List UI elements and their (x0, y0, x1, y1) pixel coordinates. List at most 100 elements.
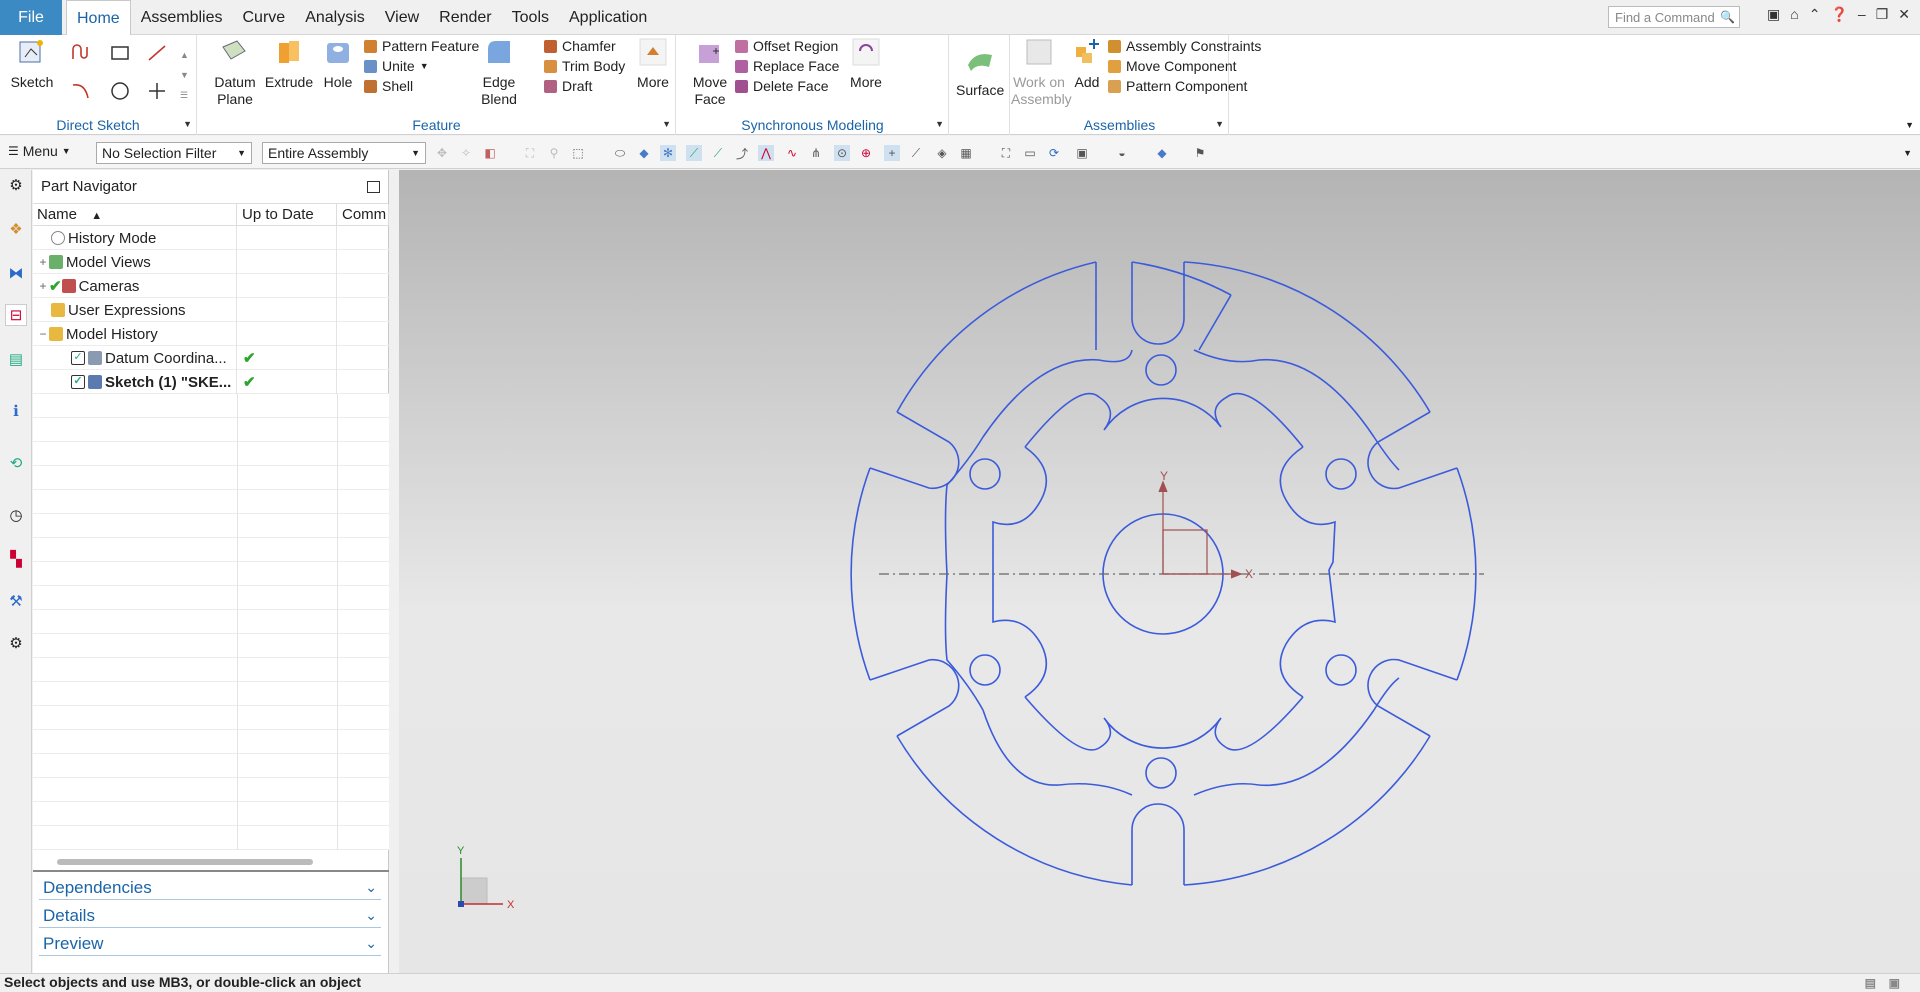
trim-body-button[interactable]: Trim Body (544, 58, 625, 74)
snap-icon[interactable]: ✧ (458, 145, 474, 161)
group-dropdown-icon[interactable]: ▼ (935, 119, 944, 129)
datum-plane-button[interactable]: Datum Plane (210, 37, 258, 108)
tree-row-datum-coordinate[interactable]: ✓ Datum Coordina... ✔ (33, 346, 389, 370)
intersect-icon[interactable]: ⋀ (758, 145, 774, 161)
help-icon[interactable]: ❓ (1830, 6, 1847, 23)
collapse-icon[interactable]: ⌃ (1809, 6, 1821, 23)
grid-icon[interactable]: ▦ (958, 145, 974, 161)
snap-icon[interactable]: ✥ (434, 145, 450, 161)
assembly-constraints-button[interactable]: Assembly Constraints (1068, 38, 1261, 54)
tab-render[interactable]: Render (429, 0, 501, 35)
tree-row-model-history[interactable]: − Model History (33, 322, 389, 346)
details-panel[interactable]: Details ⌄ (39, 904, 381, 928)
maximize-icon[interactable] (367, 181, 380, 193)
point-icon[interactable] (144, 79, 170, 103)
spline-icon[interactable]: ∿ (784, 145, 800, 161)
view-cube-icon[interactable]: ◆ (1154, 145, 1170, 161)
edge-blend-button[interactable]: Edge Blend (478, 37, 520, 108)
point-icon[interactable]: ⋔ (808, 145, 824, 161)
feature-more-button[interactable]: More (634, 37, 672, 91)
zoom-icon[interactable]: ▭ (1022, 145, 1038, 161)
filter-icon[interactable]: ⚲ (546, 145, 562, 161)
view-triad[interactable] (458, 858, 503, 907)
orient-icon[interactable]: ▣ (1074, 145, 1090, 161)
circle-icon[interactable] (107, 79, 133, 103)
curve-icon[interactable]: ⟋ (686, 145, 702, 161)
reuse-library-icon[interactable]: ▤ (5, 348, 27, 370)
unite-button[interactable]: Unite ▼ (364, 58, 429, 74)
line-icon[interactable] (144, 41, 170, 65)
web-browser-icon[interactable]: ℹ (5, 400, 27, 422)
arc-icon[interactable] (68, 79, 94, 103)
tab-tools[interactable]: Tools (502, 0, 559, 35)
tab-view[interactable]: View (375, 0, 429, 35)
tree-row-history-mode[interactable]: History Mode (33, 226, 389, 250)
replace-face-button[interactable]: Replace Face (735, 58, 839, 74)
clock-icon[interactable]: ◷ (5, 504, 27, 526)
restore-icon[interactable]: ❐ (1876, 6, 1889, 23)
draft-button[interactable]: Draft (544, 78, 592, 94)
tree-row-model-views[interactable]: + Model Views (33, 250, 389, 274)
extrude-button[interactable]: Extrude (264, 37, 314, 91)
menu-button[interactable]: ☰ Menu ▼ (8, 143, 71, 159)
tab-analysis[interactable]: Analysis (295, 0, 375, 35)
tree-row-cameras[interactable]: + ✔ Cameras (33, 274, 389, 298)
search-icon[interactable]: 🔍 (1720, 10, 1735, 24)
unite-dropdown-icon[interactable]: ▼ (420, 61, 429, 71)
sketch-button[interactable]: Sketch (6, 37, 58, 91)
chamfer-button[interactable]: Chamfer (544, 38, 616, 54)
horizontal-scrollbar[interactable] (57, 859, 313, 865)
quadrant-icon[interactable]: ⊕ (858, 145, 874, 161)
part-navigator-icon[interactable]: ⊟ (5, 304, 27, 326)
render-style-icon[interactable]: ◒ (1114, 145, 1130, 161)
solid-icon[interactable]: ◆ (636, 145, 652, 161)
tab-curve[interactable]: Curve (233, 0, 296, 35)
tangent-icon[interactable]: ⤴ (734, 145, 750, 161)
expand-icon[interactable]: + (37, 255, 49, 269)
minimize-icon[interactable]: – (1858, 6, 1866, 23)
ribbon-options-icon[interactable]: ⌂ (1790, 6, 1798, 23)
rotate-icon[interactable]: ⟳ (1046, 145, 1062, 161)
collapse-icon[interactable]: − (37, 327, 49, 341)
hole-button[interactable]: Hole (318, 37, 358, 91)
color-palette-icon[interactable]: ▚ (5, 548, 27, 570)
midpoint-icon[interactable]: ⟋ (908, 145, 924, 161)
delete-face-button[interactable]: Delete Face (735, 78, 828, 94)
move-face-button[interactable]: Move Face (689, 37, 731, 108)
column-name[interactable]: Name ▲ (33, 204, 237, 225)
tree-row-sketch[interactable]: ✓ Sketch (1) "SKE... ✔ (33, 370, 389, 394)
filter-icon[interactable]: ⛶ (522, 145, 538, 161)
tab-assemblies[interactable]: Assemblies (131, 0, 233, 35)
scope-select[interactable]: Entire Assembly ▼ (262, 142, 426, 164)
offset-region-button[interactable]: Offset Region (735, 38, 838, 54)
toolbar-expand-icon[interactable]: ▼ (1903, 148, 1912, 158)
graphics-window[interactable]: Y X Y X (399, 170, 1920, 973)
rectangle-icon[interactable] (107, 41, 133, 65)
group-dropdown-icon[interactable]: ▼ (1215, 119, 1224, 129)
pattern-component-button[interactable]: Pattern Component (1108, 78, 1247, 94)
panel-divider[interactable] (33, 870, 389, 872)
tree-row-user-expressions[interactable]: User Expressions (33, 298, 389, 322)
expand-icon[interactable]: + (37, 279, 49, 293)
surface-button[interactable]: Surface (956, 45, 1004, 99)
gallery-scroll-icon[interactable]: ▲ ▼ ☰ (180, 45, 189, 105)
edge-icon[interactable]: ⟋ (710, 145, 726, 161)
roles-icon[interactable]: ⚙ (5, 632, 27, 654)
checkbox-checked-icon[interactable]: ✓ (71, 375, 85, 389)
ribbon-expand-icon[interactable]: ▼ (1905, 120, 1914, 130)
sketch-canvas[interactable]: Y X Y X (399, 170, 1920, 973)
display-icon[interactable]: ⚑ (1192, 145, 1208, 161)
close-icon[interactable]: ✕ (1898, 6, 1910, 23)
center-icon[interactable]: ⊙ (834, 145, 850, 161)
status-icon[interactable]: ▤ (1865, 975, 1876, 992)
face-icon[interactable]: ◈ (934, 145, 950, 161)
group-dropdown-icon[interactable]: ▼ (183, 119, 192, 129)
tab-application[interactable]: Application (559, 0, 657, 35)
preview-panel[interactable]: Preview ⌄ (39, 932, 381, 956)
endpoint-icon[interactable]: + (884, 145, 900, 161)
selection-filter-select[interactable]: No Selection Filter ▼ (96, 142, 252, 164)
process-studio-icon[interactable]: ⚒ (5, 590, 27, 612)
column-comment[interactable]: Comm (337, 204, 389, 225)
profile-icon[interactable] (68, 41, 94, 65)
find-command-input[interactable]: Find a Command 🔍 (1608, 6, 1740, 28)
